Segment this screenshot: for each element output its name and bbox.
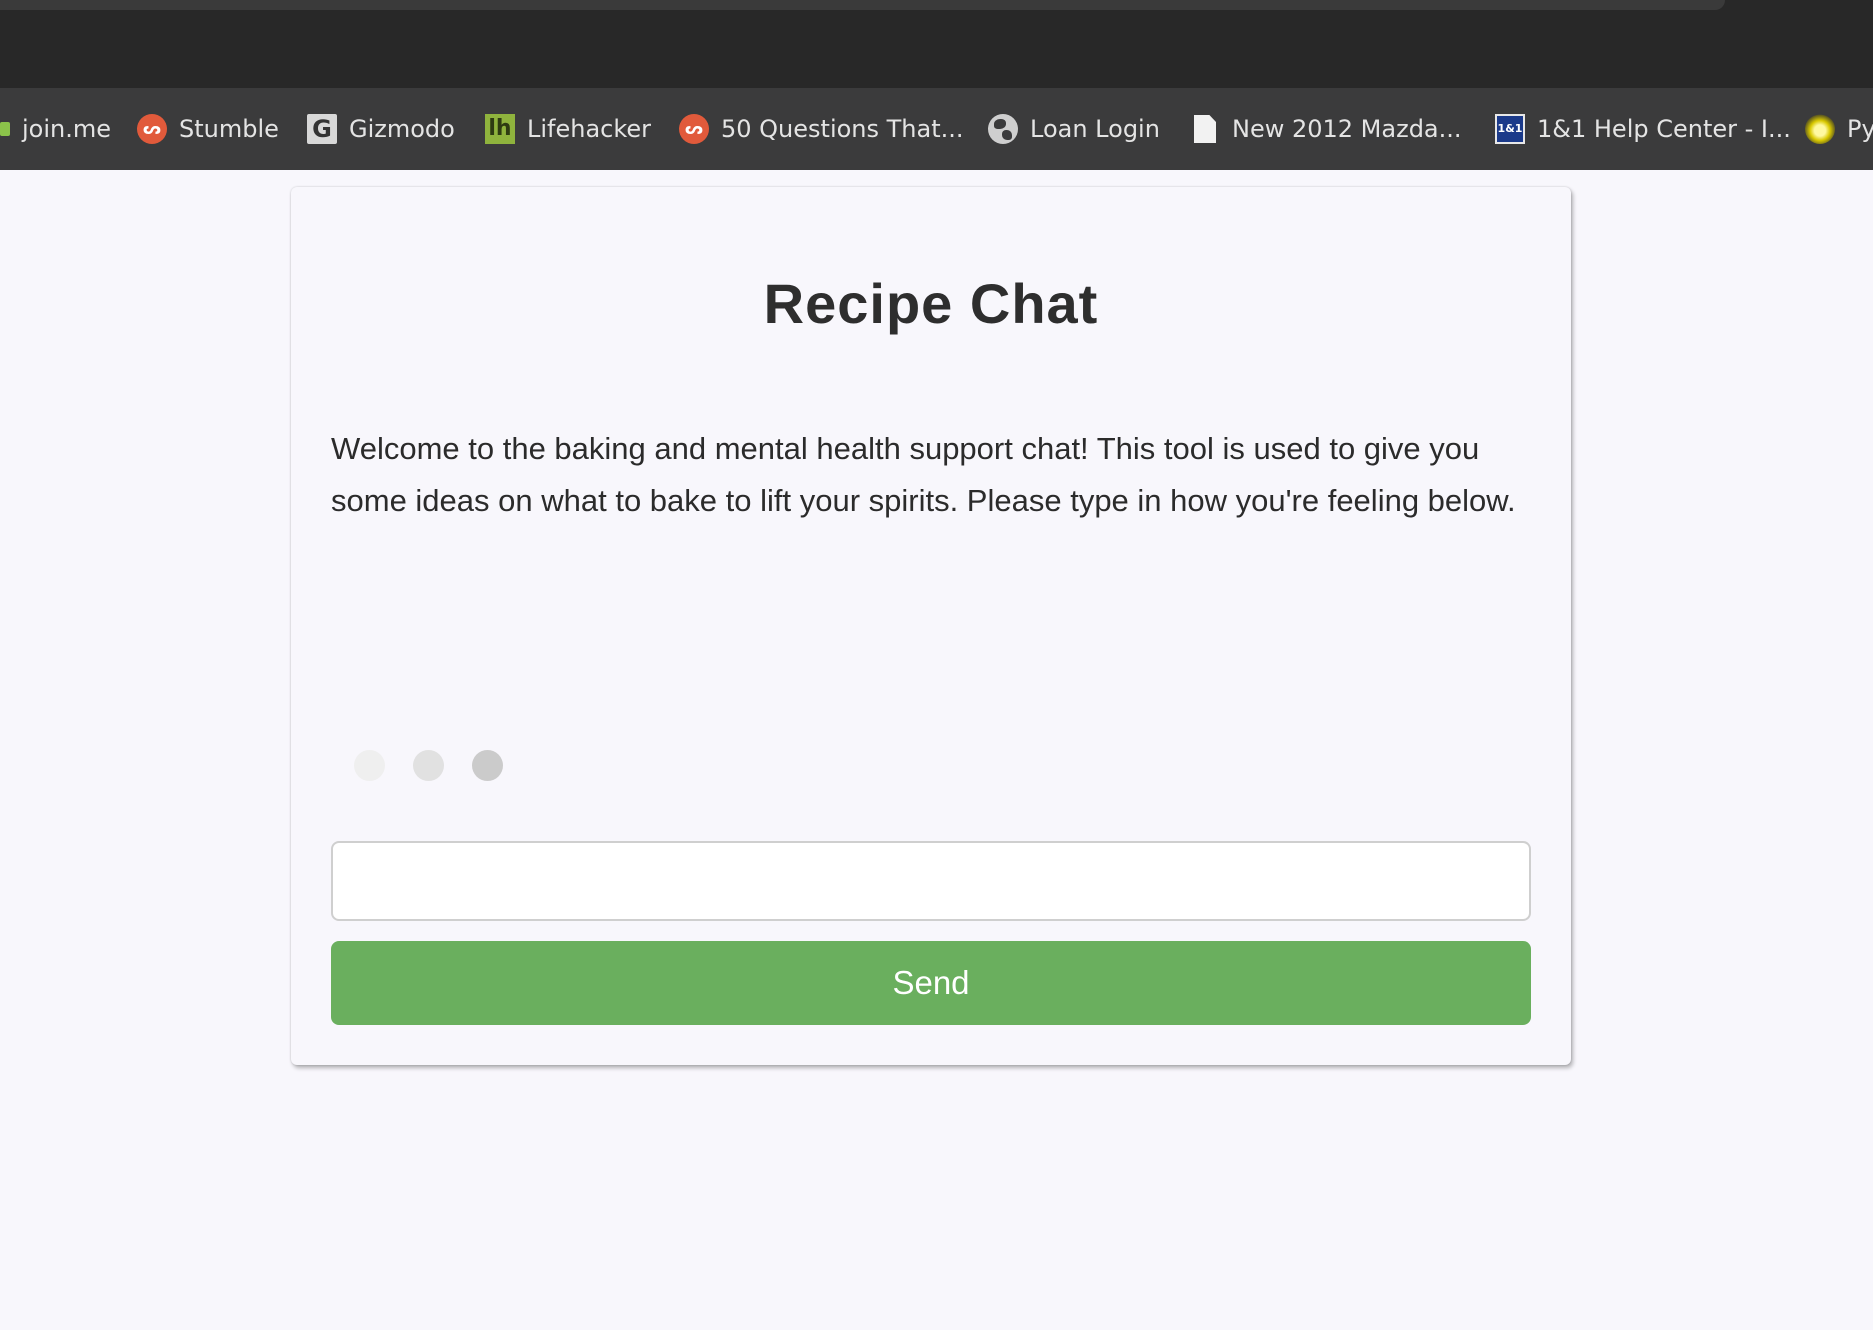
gizmodo-icon: G (307, 114, 337, 144)
bookmark-loan-login[interactable]: Loan Login (988, 88, 1160, 170)
document-icon (1194, 115, 1216, 143)
chat-intro-message: Welcome to the baking and mental health … (331, 431, 1516, 518)
typing-dot (472, 749, 503, 781)
lifehacker-icon: lh (485, 114, 515, 144)
bookmark-label: 1&1 Help Center - I... (1537, 115, 1791, 143)
joinme-icon (0, 122, 10, 136)
bulb-icon (1805, 114, 1835, 144)
message-input[interactable] (331, 841, 1531, 921)
bookmark-label: join.me (22, 115, 112, 143)
bookmark-py[interactable]: Py (1805, 88, 1873, 170)
bookmark-label: Gizmodo (349, 115, 455, 143)
bookmark-50-questions[interactable]: ᔕ 50 Questions That... (679, 88, 964, 170)
bookmark-mazda[interactable]: New 2012 Mazda... (1190, 88, 1462, 170)
stumbleupon-icon: ᔕ (679, 114, 709, 144)
globe-icon (988, 114, 1018, 144)
bookmark-label: 50 Questions That... (721, 115, 964, 143)
browser-tab[interactable] (0, 0, 1725, 10)
bookmarks-bar: join.me ᔕ Stumble G Gizmodo lh Lifehacke… (0, 88, 1873, 170)
bookmark-help-center[interactable]: 1&1 1&1 Help Center - I... (1495, 88, 1791, 170)
oneandone-icon: 1&1 (1495, 114, 1525, 144)
bookmark-gizmodo[interactable]: G Gizmodo (307, 88, 455, 170)
browser-tab-strip (0, 0, 1873, 88)
bookmark-label: Loan Login (1030, 115, 1160, 143)
send-button[interactable]: Send (331, 941, 1531, 1025)
bookmark-joinme[interactable]: join.me (0, 88, 111, 170)
bookmark-label: Stumble (179, 115, 279, 143)
chat-card: Recipe Chat Welcome to the baking and me… (291, 187, 1571, 1065)
bookmark-label: New 2012 Mazda... (1232, 115, 1462, 143)
bookmark-label: Lifehacker (527, 115, 652, 143)
typing-indicator (354, 748, 531, 782)
bookmark-lifehacker[interactable]: lh Lifehacker (485, 88, 651, 170)
typing-dot (413, 749, 444, 781)
bookmark-label: Py (1847, 115, 1873, 143)
typing-dot (354, 749, 385, 781)
page-title: Recipe Chat (763, 272, 1099, 335)
bookmark-stumble[interactable]: ᔕ Stumble (137, 88, 279, 170)
stumbleupon-icon: ᔕ (137, 114, 167, 144)
